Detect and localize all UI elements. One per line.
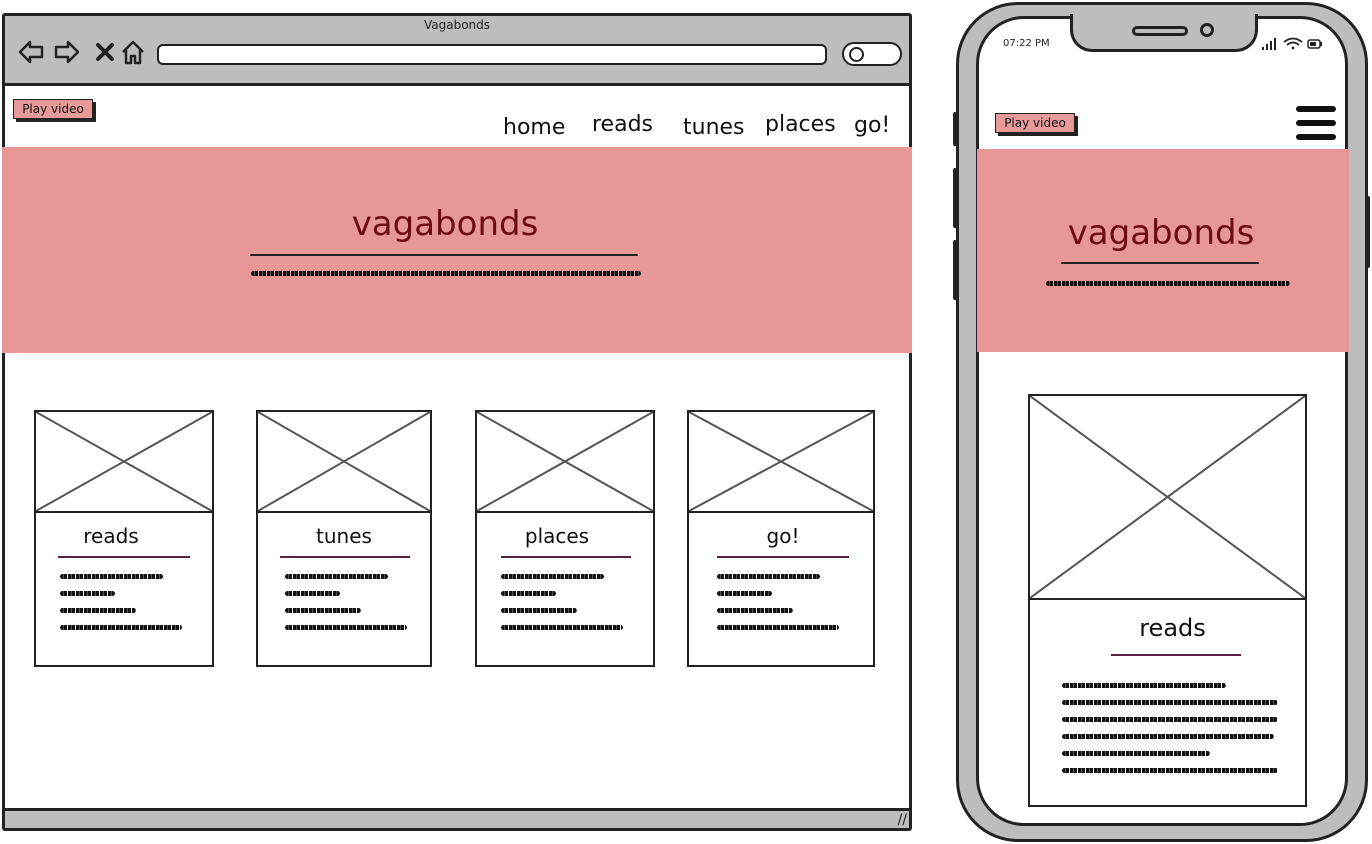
card-underline bbox=[501, 556, 631, 558]
browser-status-bar: // bbox=[5, 808, 909, 828]
card-text-line bbox=[501, 591, 556, 596]
image-placeholder-icon bbox=[258, 412, 430, 513]
hero-banner: vagabonds bbox=[2, 147, 912, 353]
card-underline bbox=[280, 556, 410, 558]
card-title: go! bbox=[766, 524, 800, 548]
card-underline bbox=[717, 556, 849, 558]
nav-link-go[interactable]: go! bbox=[854, 113, 890, 138]
card-text-line bbox=[717, 608, 793, 613]
image-placeholder-icon bbox=[477, 412, 653, 513]
hero-title: vagabonds bbox=[351, 204, 539, 244]
image-placeholder-icon bbox=[689, 412, 873, 513]
card-text-line bbox=[501, 625, 623, 630]
card-text-line bbox=[285, 625, 407, 630]
card-text-line bbox=[717, 591, 772, 596]
back-arrow-icon[interactable] bbox=[17, 38, 45, 66]
signal-icon bbox=[1262, 38, 1276, 50]
card-text-line bbox=[1062, 717, 1278, 722]
card-text-line bbox=[717, 574, 820, 579]
card-text-line bbox=[60, 574, 163, 579]
card-text-line bbox=[1062, 683, 1226, 688]
play-video-button-mobile[interactable]: Play video bbox=[995, 113, 1075, 133]
card-underline bbox=[58, 556, 190, 558]
address-bar[interactable] bbox=[157, 44, 827, 65]
mobile-hero-title: vagabonds bbox=[1067, 213, 1255, 253]
wifi-icon bbox=[1283, 37, 1303, 50]
phone-camera bbox=[1200, 23, 1214, 37]
card-title: places bbox=[524, 524, 590, 548]
card-places[interactable]: places bbox=[475, 410, 655, 667]
nav-link-reads[interactable]: reads bbox=[592, 112, 653, 137]
card-text-line bbox=[60, 608, 136, 613]
card-go[interactable]: go! bbox=[687, 410, 875, 667]
mobile-hero-banner: vagabonds bbox=[977, 149, 1349, 352]
hero-underline bbox=[250, 254, 638, 256]
resize-grip-icon[interactable]: // bbox=[898, 812, 907, 828]
image-placeholder-icon bbox=[36, 412, 212, 513]
phone-speaker bbox=[1132, 26, 1188, 36]
image-placeholder-icon bbox=[1030, 396, 1305, 600]
forward-arrow-icon[interactable] bbox=[53, 38, 81, 66]
hamburger-menu-icon[interactable] bbox=[1296, 106, 1336, 144]
mobile-card-title: reads bbox=[1139, 614, 1206, 642]
card-text-line bbox=[1062, 700, 1278, 705]
search-field[interactable] bbox=[842, 42, 902, 66]
browser-toolbar: Vagabonds bbox=[5, 16, 909, 86]
mobile-card-underline bbox=[1111, 654, 1241, 656]
mobile-hero-underline bbox=[1061, 262, 1259, 264]
card-tunes[interactable]: tunes bbox=[256, 410, 432, 667]
nav-link-tunes[interactable]: tunes bbox=[683, 115, 745, 140]
home-icon[interactable] bbox=[119, 38, 147, 66]
mobile-card-reads[interactable]: reads bbox=[1028, 394, 1307, 807]
card-text-line bbox=[1062, 734, 1274, 739]
search-icon bbox=[849, 47, 864, 62]
card-title: reads bbox=[83, 524, 139, 548]
card-text-line bbox=[1062, 768, 1278, 773]
card-text-line bbox=[285, 591, 340, 596]
card-text-line bbox=[501, 574, 604, 579]
card-text-line bbox=[717, 625, 839, 630]
status-icons bbox=[1262, 36, 1324, 52]
hero-subtitle-placeholder bbox=[251, 271, 641, 276]
nav-link-home[interactable]: home bbox=[503, 115, 565, 140]
card-text-line bbox=[60, 625, 182, 630]
card-text-line bbox=[285, 608, 361, 613]
card-reads[interactable]: reads bbox=[34, 410, 214, 667]
card-text-line bbox=[60, 591, 115, 596]
card-text-line bbox=[285, 574, 388, 579]
window-title: Vagabonds bbox=[423, 18, 491, 32]
nav-link-places[interactable]: places bbox=[765, 112, 836, 137]
card-text-line bbox=[501, 608, 577, 613]
battery-icon bbox=[1307, 39, 1322, 49]
mobile-hero-subtitle-placeholder bbox=[1046, 281, 1290, 286]
browser-window: Vagabonds Play video home reads tunes pl… bbox=[2, 13, 912, 831]
card-title: tunes bbox=[316, 524, 372, 548]
close-icon[interactable] bbox=[91, 38, 119, 66]
play-video-button[interactable]: Play video bbox=[13, 99, 93, 119]
status-time: 07:22 PM bbox=[1003, 38, 1050, 49]
card-text-line bbox=[1062, 751, 1210, 756]
